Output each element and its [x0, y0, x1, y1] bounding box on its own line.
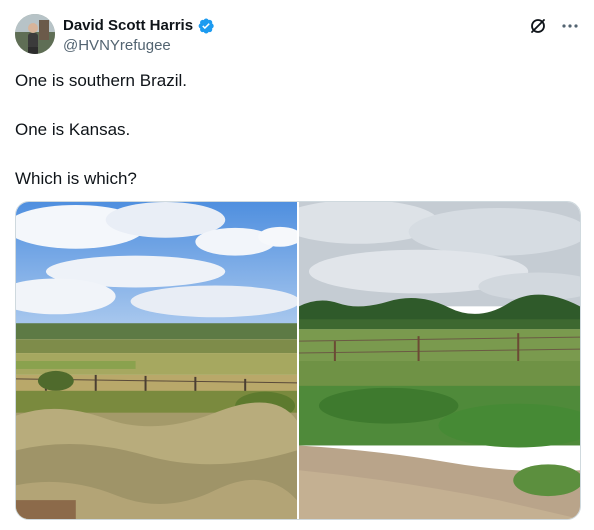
tweet-header: David Scott Harris @HVNYrefugee: [15, 14, 585, 58]
author-handle[interactable]: @HVNYrefugee: [63, 36, 215, 56]
more-icon[interactable]: [560, 16, 580, 36]
photo-right[interactable]: [299, 202, 580, 519]
media-grid: [15, 201, 581, 520]
author-display-name[interactable]: David Scott Harris: [63, 16, 193, 36]
avatar[interactable]: [15, 14, 55, 54]
photo-left[interactable]: [16, 202, 297, 519]
tweet-line: One is southern Brazil.: [15, 71, 187, 90]
tweet-line: Which is which?: [15, 169, 137, 188]
tweet-text: One is southern Brazil. One is Kansas. W…: [15, 70, 575, 190]
tweet-line: One is Kansas.: [15, 120, 131, 139]
verified-badge-icon: [197, 17, 215, 35]
grok-icon[interactable]: [528, 16, 548, 36]
